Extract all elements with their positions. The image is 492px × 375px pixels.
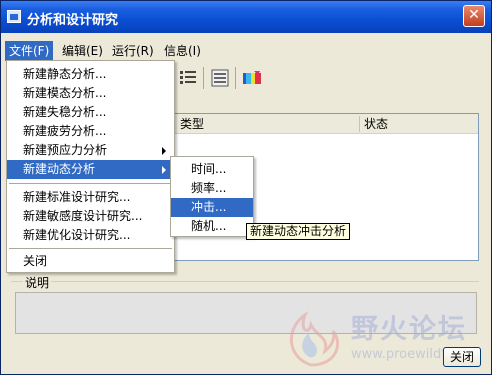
menu-new-sensitivity-design-study[interactable]: 新建敏感度设计研究... [7,207,174,226]
column-divider[interactable] [359,116,360,132]
toolbar-separator [235,67,236,89]
dynamic-analysis-submenu: 时间... 频率... 冲击... 随机... [170,156,254,237]
column-status[interactable]: 状态 [364,116,388,132]
menu-info[interactable]: 信息(I) [160,41,205,61]
list-view-icon[interactable] [177,67,199,89]
window-title: 分析和设计研究 [27,13,119,28]
app-icon [7,10,21,23]
menu-new-buckling-analysis[interactable]: 新建失稳分析... [7,103,174,122]
fringe-plot-icon[interactable] [241,67,263,89]
window-close-button[interactable]: ✕ [463,5,485,27]
close-button[interactable]: 关闭 [443,347,481,367]
menu-edit[interactable]: 编辑(E) [58,41,107,61]
file-menu-dropdown: 新建静态分析... 新建模态分析... 新建失稳分析... 新建疲劳分析... … [6,60,175,273]
title-bar: 分析和设计研究 ✕ [1,1,491,33]
flame-logo-icon [289,310,340,367]
description-label: 说明 [23,274,52,291]
menu-new-prestress-analysis[interactable]: 新建预应力分析 [7,141,174,160]
submenu-arrow-icon [162,166,166,174]
menu-new-optimization-design-study[interactable]: 新建优化设计研究... [7,226,174,245]
watermark-url: www.proewildfi [351,347,450,362]
column-type[interactable]: 类型 [180,116,204,132]
menu-new-standard-design-study[interactable]: 新建标准设计研究... [7,188,174,207]
submenu-shock[interactable]: 冲击... [171,198,253,217]
menu-close[interactable]: 关闭 [7,252,174,271]
menu-new-static-analysis[interactable]: 新建静态分析... [7,65,174,84]
report-icon[interactable] [209,67,231,89]
menu-new-fatigue-analysis[interactable]: 新建疲劳分析... [7,122,174,141]
submenu-random[interactable]: 随机... [171,217,253,236]
submenu-time[interactable]: 时间... [171,160,253,179]
toolbar-separator [203,67,204,89]
menu-new-dynamic-label: 新建动态分析 [23,162,96,176]
submenu-arrow-icon [162,147,166,155]
menu-new-prestress-label: 新建预应力分析 [23,143,108,157]
tooltip: 新建动态冲击分析 [246,223,351,240]
watermark-text: 野火论坛 [351,314,467,345]
submenu-frequency[interactable]: 频率... [171,179,253,198]
menu-run[interactable]: 运行(R) [108,41,158,61]
menu-separator [9,183,172,184]
menu-new-dynamic-analysis[interactable]: 新建动态分析 [7,160,174,179]
description-group-frame [11,281,479,282]
menu-new-modal-analysis[interactable]: 新建模态分析... [7,84,174,103]
menu-separator [9,248,172,249]
menu-file[interactable]: 文件(F) [5,41,54,61]
